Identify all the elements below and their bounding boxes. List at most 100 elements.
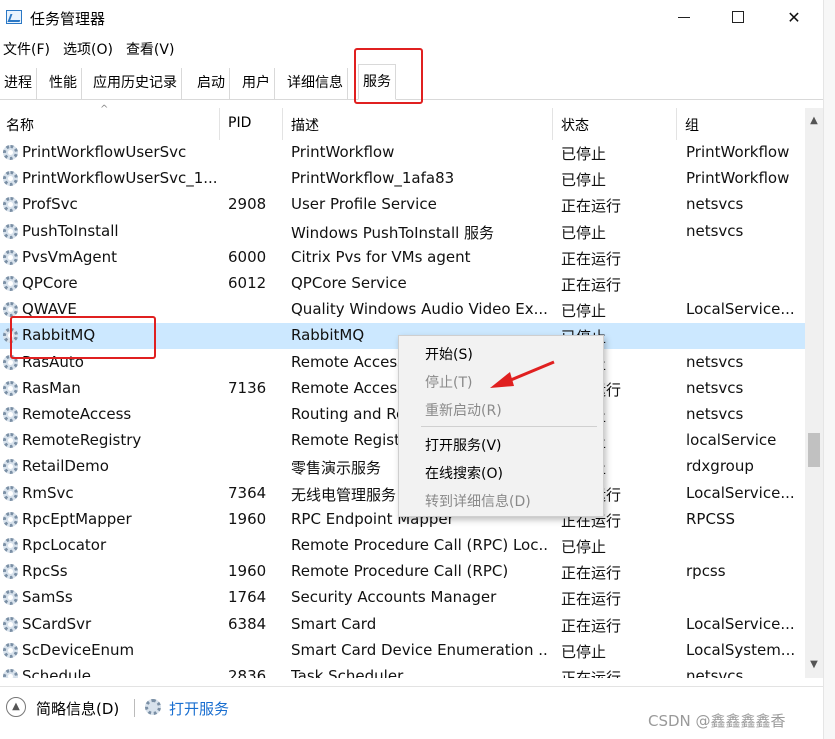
service-description: Remote Procedure Call (RPC) xyxy=(291,562,509,581)
service-description: Remote Procedure Call (RPC) Loc... xyxy=(291,536,547,554)
bottom-divider xyxy=(134,699,135,717)
tab-startup[interactable]: 启动 xyxy=(193,68,230,100)
service-status: 已停止 xyxy=(561,145,607,163)
service-name: PushToInstall xyxy=(22,221,119,240)
tab-users[interactable]: 用户 xyxy=(238,68,275,100)
service-name: QWAVE xyxy=(22,300,77,319)
service-pid: 2836 xyxy=(228,667,267,678)
service-group: PrintWorkflow xyxy=(686,169,790,188)
service-description: Security Accounts Manager xyxy=(291,588,497,607)
service-pid xyxy=(228,428,280,454)
menu-search-online[interactable]: 在线搜索(O) xyxy=(425,463,503,483)
service-name: RemoteAccess xyxy=(22,405,132,423)
table-row[interactable]: QPCore 6012 QPCore Service 正在运行 xyxy=(0,271,805,297)
vertical-scrollbar[interactable]: ▲ ▼ xyxy=(805,108,823,678)
service-description: User Profile Service xyxy=(291,195,437,214)
table-row[interactable]: ProfSvc 2908 User Profile Service 正在运行 netsv… xyxy=(0,192,805,218)
menu-restart[interactable]: 重新启动(R) xyxy=(425,400,502,420)
column-status[interactable]: 状态 xyxy=(555,108,677,140)
service-status: 已停止 xyxy=(561,223,607,242)
table-row[interactable]: PrintWorkflowUserSvc PrintWorkflow 已停止 Prin… xyxy=(0,140,805,166)
close-button[interactable]: ✕ xyxy=(766,0,822,34)
service-name: RasAuto xyxy=(22,352,84,371)
service-status: 正在运行 xyxy=(561,249,622,268)
service-gear-icon xyxy=(3,511,18,527)
table-row[interactable]: PushToInstall Windows PushToInstall 服务 已停止… xyxy=(0,219,805,245)
service-gear-icon xyxy=(3,590,18,606)
column-description[interactable]: 描述 xyxy=(285,108,553,140)
menu-stop[interactable]: 停止(T) xyxy=(425,372,472,392)
service-status: 已停止 xyxy=(561,642,607,661)
menu-view[interactable]: 查看(V) xyxy=(123,36,181,62)
table-row[interactable]: ScDeviceEnum Smart Card Device Enumeratio… xyxy=(0,638,805,664)
service-group: RPCSS xyxy=(686,509,735,528)
menu-open-services[interactable]: 打开服务(V) xyxy=(425,435,502,455)
open-services-link[interactable]: 打开服务 xyxy=(169,698,229,719)
tab-performance[interactable]: 性能 xyxy=(45,68,82,100)
service-description: QPCore Service xyxy=(291,274,407,292)
service-group: localService xyxy=(686,431,777,450)
service-name: RasMan xyxy=(22,378,81,397)
service-pid: 6012 xyxy=(228,274,267,292)
column-pid[interactable]: PID xyxy=(222,108,283,140)
service-status: 正在运行 xyxy=(561,564,622,583)
minimize-button[interactable] xyxy=(656,0,712,34)
menu-start[interactable]: 开始(S) xyxy=(425,344,473,364)
service-description: Smart Card xyxy=(291,614,377,633)
menu-bar: 文件(F) 选项(O) 查看(V) xyxy=(0,36,835,62)
scroll-thumb[interactable] xyxy=(808,433,820,467)
service-group: rpcss xyxy=(686,562,726,581)
tab-app-history[interactable]: 应用历史记录 xyxy=(89,68,182,100)
service-name: PrintWorkflowUserSvc_1... xyxy=(22,169,218,188)
service-group xyxy=(686,271,798,297)
annotation-arrow-icon xyxy=(490,360,555,388)
tab-details[interactable]: 详细信息 xyxy=(283,68,348,100)
close-icon: ✕ xyxy=(787,7,801,27)
table-row[interactable]: PvsVmAgent 6000 Citrix Pvs for VMs agent 正在… xyxy=(0,245,805,271)
service-pid: 1960 xyxy=(228,562,267,581)
column-group[interactable]: 组 xyxy=(679,108,805,140)
table-row[interactable]: SCardSvr 6384 Smart Card 正在运行 LocalService..… xyxy=(0,612,805,638)
service-gear-icon xyxy=(3,616,18,632)
service-group: LocalService... xyxy=(686,483,795,502)
service-group xyxy=(686,245,798,271)
menu-goto-details[interactable]: 转到详细信息(D) xyxy=(425,491,531,511)
tab-services[interactable]: 服务 xyxy=(358,64,396,100)
maximize-button[interactable] xyxy=(710,0,766,34)
service-group xyxy=(686,533,798,559)
brief-info-button[interactable]: 简略信息(D) xyxy=(36,698,119,719)
table-row[interactable]: QWAVE Quality Windows Audio Video Ex... 已停… xyxy=(0,297,805,323)
service-group: rdxgroup xyxy=(686,457,754,476)
services-gear-icon xyxy=(145,699,161,715)
service-status: 正在运行 xyxy=(561,616,622,635)
service-group: netsvcs xyxy=(686,221,744,240)
table-row[interactable]: RpcSs 1960 Remote Procedure Call (RPC) 正在运行… xyxy=(0,559,805,585)
menu-options[interactable]: 选项(O) xyxy=(60,36,119,62)
maximize-icon xyxy=(732,11,744,23)
column-name[interactable]: 名称 ^ xyxy=(0,104,220,140)
column-name-label: 名称 xyxy=(6,118,34,134)
collapse-icon[interactable]: ▲ xyxy=(6,697,26,717)
scroll-up-icon[interactable]: ▲ xyxy=(805,112,823,130)
tab-processes[interactable]: 进程 xyxy=(0,68,37,100)
service-pid: 1764 xyxy=(228,588,267,607)
window-title: 任务管理器 xyxy=(30,10,106,28)
service-gear-icon xyxy=(3,433,18,449)
scroll-down-icon[interactable]: ▼ xyxy=(805,656,823,674)
service-gear-icon xyxy=(3,380,18,396)
service-name: RabbitMQ xyxy=(22,326,96,345)
service-name: RpcLocator xyxy=(22,536,107,554)
service-gear-icon xyxy=(3,302,18,318)
table-row[interactable]: SamSs 1764 Security Accounts Manager 正在运行 xyxy=(0,585,805,611)
service-name: RetailDemo xyxy=(22,457,109,476)
menu-file[interactable]: 文件(F) xyxy=(0,36,56,62)
service-name: RemoteRegistry xyxy=(22,431,142,450)
service-pid xyxy=(228,402,280,428)
service-name: PvsVmAgent xyxy=(22,247,118,266)
service-name: RmSvc xyxy=(22,483,74,502)
service-group: netsvcs xyxy=(686,195,744,214)
service-gear-icon xyxy=(3,276,18,291)
table-row[interactable]: RpcLocator Remote Procedure Call (RPC) Lo… xyxy=(0,533,805,559)
table-row[interactable]: PrintWorkflowUserSvc_1... PrintWorkflow_1… xyxy=(0,166,805,192)
table-row[interactable]: Schedule 2836 Task Scheduler 正在运行 netsvcs xyxy=(0,664,805,678)
